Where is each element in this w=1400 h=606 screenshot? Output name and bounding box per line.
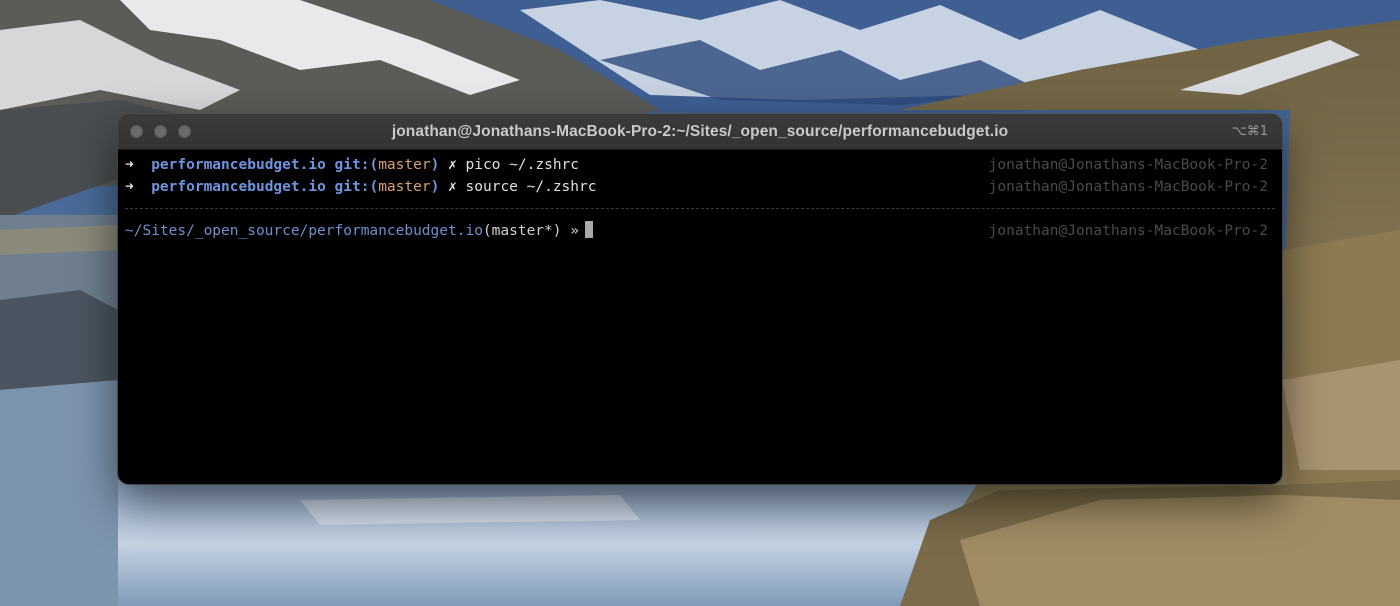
- terminal-history-line: ➜ performancebudget.io git:(master) ✗ pi…: [125, 154, 1268, 176]
- prompt-git-prefix: git:(: [334, 179, 379, 195]
- prompt-git-suffix: ): [430, 157, 440, 173]
- command-text: pico ~/.zshrc: [465, 157, 580, 173]
- git-dirty-icon: ✗: [448, 179, 457, 195]
- git-dirty-icon: ✗: [448, 157, 457, 173]
- current-path: ~/Sites/_open_source/performancebudget.i…: [125, 223, 483, 239]
- window-title: jonathan@Jonathans-MacBook-Pro-2:~/Sites…: [391, 123, 1009, 140]
- prompt-git-branch: master: [378, 157, 431, 173]
- prompt-arrow-icon: ➜: [125, 157, 134, 173]
- right-prompt-host: jonathan@Jonathans-MacBook-Pro-2: [988, 223, 1268, 239]
- prompt-directory: performancebudget.io: [151, 179, 326, 195]
- prompt-git-branch: master: [378, 179, 431, 195]
- right-prompt-host: jonathan@Jonathans-MacBook-Pro-2: [988, 179, 1268, 195]
- prompt-git-prefix: git:(: [334, 157, 379, 173]
- terminal-window[interactable]: jonathan@Jonathans-MacBook-Pro-2:~/Sites…: [118, 114, 1282, 484]
- prompt-divider: [125, 208, 1275, 209]
- terminal-history-line: ➜ performancebudget.io git:(master) ✗ so…: [125, 176, 1268, 198]
- title-bar[interactable]: jonathan@Jonathans-MacBook-Pro-2:~/Sites…: [118, 114, 1282, 150]
- window-shortcut-label: ⌥⌘1: [1231, 124, 1268, 139]
- prompt-symbol: »: [570, 223, 579, 239]
- right-prompt-host: jonathan@Jonathans-MacBook-Pro-2: [988, 157, 1268, 173]
- command-text: source ~/.zshrc: [465, 179, 597, 195]
- prompt-directory: performancebudget.io: [151, 157, 326, 173]
- current-prompt-line[interactable]: ~/Sites/_open_source/performancebudget.i…: [125, 220, 1268, 242]
- text-cursor[interactable]: [584, 221, 593, 238]
- current-git-branch: (master*): [482, 223, 562, 239]
- prompt-arrow-icon: ➜: [125, 179, 134, 195]
- prompt-git-suffix: ): [430, 179, 440, 195]
